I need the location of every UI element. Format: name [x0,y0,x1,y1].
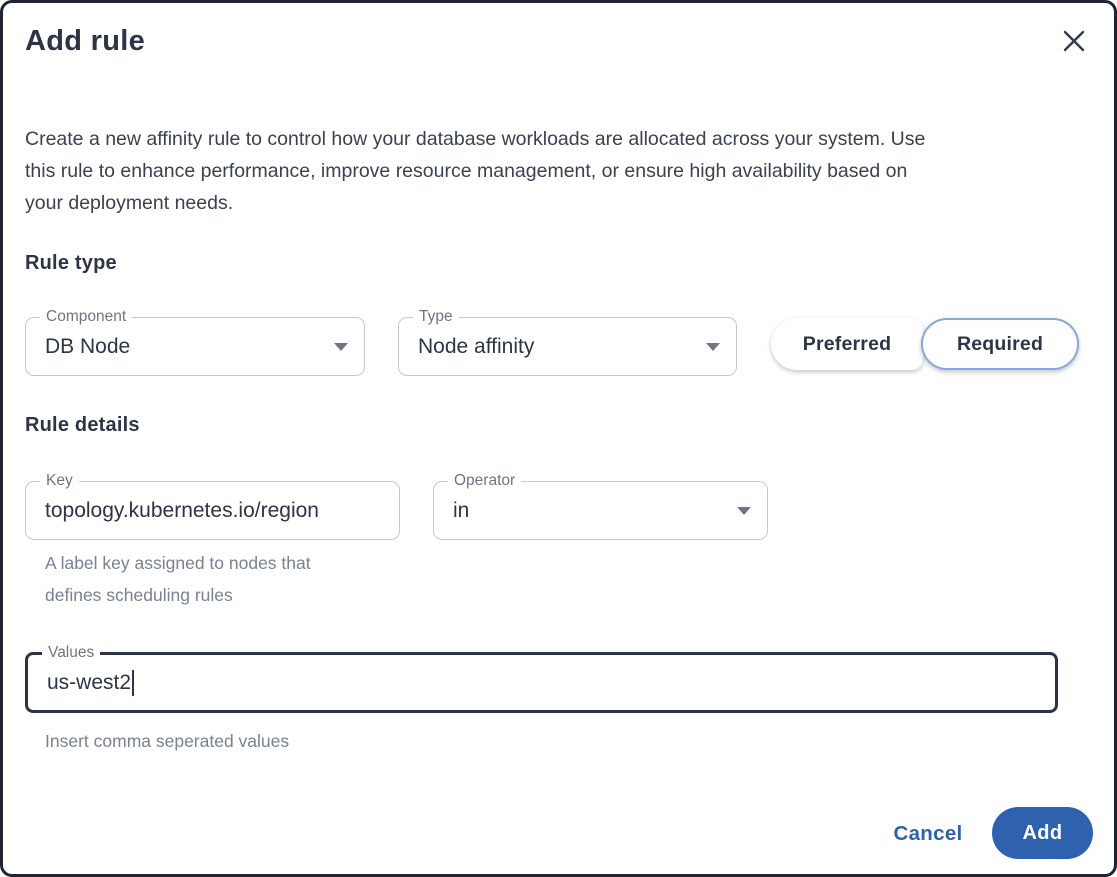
required-toggle-label: Required [957,333,1043,356]
chevron-down-icon [737,507,751,515]
type-select-label: Type [413,307,459,327]
values-input[interactable]: Values us-west2 [25,652,1058,713]
component-select[interactable]: Component DB Node [25,317,365,376]
dialog-description: Create a new affinity rule to control ho… [25,123,925,219]
chevron-down-icon [706,343,720,351]
description-line: Create a new affinity rule to control ho… [25,123,925,155]
add-button-label: Add [1022,822,1062,845]
type-select-value: Node affinity [418,335,696,359]
values-input-label: Values [42,643,100,663]
add-rule-dialog: Add rule Create a new affinity rule to c… [0,0,1117,877]
preferred-toggle-button[interactable]: Preferred [771,318,923,370]
type-select[interactable]: Type Node affinity [398,317,737,376]
key-input-value: topology.kubernetes.io/region [45,499,383,523]
add-button[interactable]: Add [992,807,1093,859]
component-select-label: Component [40,307,132,327]
rule-type-heading: Rule type [25,252,117,275]
rule-details-heading: Rule details [25,414,140,437]
values-input-value: us-west2 [47,671,131,695]
values-helper-text: Insert comma seperated values [45,725,289,757]
dialog-title: Add rule [25,25,145,58]
close-icon [1062,29,1086,53]
description-line: your deployment needs. [25,187,925,219]
key-helper-text: A label key assigned to nodes that defin… [45,547,385,611]
text-caret [132,670,134,696]
key-input[interactable]: Key topology.kubernetes.io/region [25,481,400,540]
preferred-toggle-label: Preferred [803,333,892,356]
component-select-value: DB Node [45,335,324,359]
description-line: this rule to enhance performance, improv… [25,155,925,187]
close-button[interactable] [1059,26,1089,56]
required-toggle-button[interactable]: Required [921,318,1079,370]
cancel-button[interactable]: Cancel [887,819,969,849]
operator-select-value: in [453,499,727,523]
operator-select-label: Operator [448,471,521,491]
key-input-label: Key [40,471,79,491]
chevron-down-icon [334,343,348,351]
operator-select[interactable]: Operator in [433,481,768,540]
